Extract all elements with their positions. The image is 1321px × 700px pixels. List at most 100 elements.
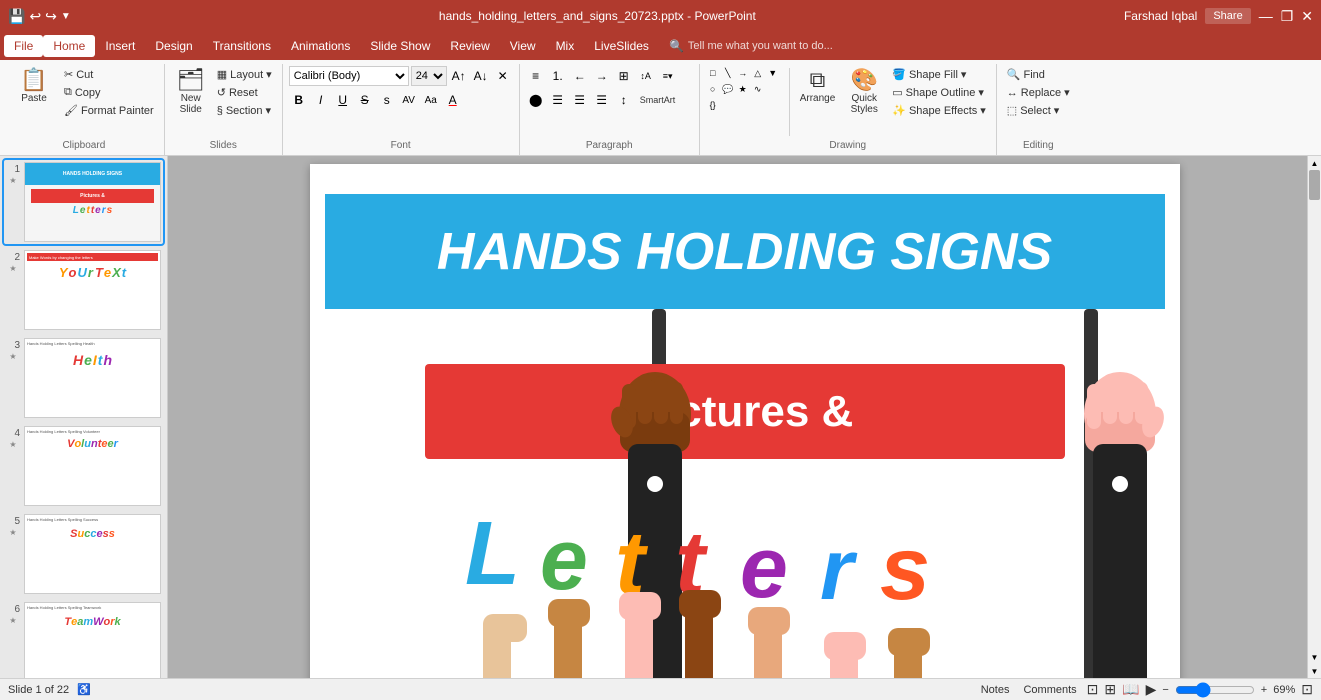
- menu-design[interactable]: Design: [145, 35, 202, 57]
- slide-img-3: Hands Holding Letters Spelling Health H …: [24, 338, 161, 418]
- find-button[interactable]: 🔍 Find: [1003, 66, 1074, 83]
- canvas-scrollbar[interactable]: ▲ ▼ ▼: [1307, 156, 1321, 678]
- numbering-button[interactable]: 1.: [548, 66, 568, 86]
- shape-arrow[interactable]: →: [736, 66, 750, 80]
- shape-curve[interactable]: ∿: [751, 82, 765, 96]
- shape-oval[interactable]: ○: [706, 82, 720, 96]
- status-left: Slide 1 of 22 ♿: [8, 683, 91, 696]
- slide-thumb-5[interactable]: 5 ★ Hands Holding Letters Spelling Succe…: [4, 512, 163, 596]
- shape-eq[interactable]: {}: [706, 98, 720, 112]
- reset-label: Reset: [229, 87, 258, 99]
- notes-button[interactable]: Notes: [977, 684, 1014, 696]
- scroll-thumb[interactable]: [1309, 170, 1320, 200]
- zoom-out-button[interactable]: −: [1162, 684, 1168, 696]
- menu-file[interactable]: File: [4, 35, 43, 57]
- strikethrough-button[interactable]: S: [355, 90, 375, 110]
- shape-outline-button[interactable]: ▭ Shape Outline ▾: [888, 84, 990, 101]
- save-icon[interactable]: 💾: [8, 8, 25, 25]
- slide-thumb-2[interactable]: 2 ★ Make Words by changing the letters Y…: [4, 248, 163, 332]
- menu-home[interactable]: Home: [43, 35, 95, 57]
- shape-callout[interactable]: 💬: [721, 82, 735, 96]
- increase-indent-button[interactable]: →: [592, 66, 612, 86]
- slide-thumb-6[interactable]: 6 ★ Hands Holding Letters Spelling Teamw…: [4, 600, 163, 678]
- align-text-button[interactable]: ≡▾: [658, 66, 678, 86]
- slide-sorter-button[interactable]: ⊞: [1104, 681, 1116, 698]
- slide-thumb-4[interactable]: 4 ★ Hands Holding Letters Spelling Volun…: [4, 424, 163, 508]
- slide-thumb-3[interactable]: 3 ★ Hands Holding Letters Spelling Healt…: [4, 336, 163, 420]
- zoom-in-button[interactable]: +: [1261, 684, 1267, 696]
- increase-font-button[interactable]: A↑: [449, 66, 469, 86]
- shape-fill-icon: 🪣: [892, 68, 906, 81]
- menu-view[interactable]: View: [500, 35, 546, 57]
- scroll-down-arrow[interactable]: ▼: [1308, 650, 1321, 664]
- new-slide-button[interactable]: 🗂 NewSlide: [171, 66, 211, 118]
- bullets-button[interactable]: ≡: [526, 66, 546, 86]
- scroll-bottom[interactable]: ▼: [1308, 664, 1321, 678]
- font-size-select[interactable]: 24: [411, 66, 447, 86]
- shape-rect[interactable]: □: [706, 66, 720, 80]
- change-case-button[interactable]: Aa: [421, 90, 441, 110]
- shape-effects-button[interactable]: ✨ Shape Effects ▾: [888, 102, 990, 119]
- char-spacing-button[interactable]: AV: [399, 90, 419, 110]
- scroll-up-arrow[interactable]: ▲: [1308, 156, 1321, 170]
- columns-button[interactable]: ⊞: [614, 66, 634, 86]
- share-button[interactable]: Share: [1205, 8, 1250, 24]
- cut-button[interactable]: ✂ Cut: [60, 66, 158, 83]
- close-button[interactable]: ✕: [1301, 8, 1313, 25]
- customize-icon[interactable]: ▼: [61, 11, 71, 22]
- menu-review[interactable]: Review: [440, 35, 499, 57]
- justify-button[interactable]: ☰: [592, 90, 612, 110]
- reading-view-button[interactable]: 📖: [1122, 681, 1139, 698]
- underline-button[interactable]: U: [333, 90, 353, 110]
- shape-fill-button[interactable]: 🪣 Shape Fill ▾: [888, 66, 990, 83]
- accessibility-icon[interactable]: ♿: [77, 683, 91, 696]
- menu-slideshow[interactable]: Slide Show: [360, 35, 440, 57]
- smartart-button[interactable]: SmartArt: [636, 93, 680, 107]
- slide-panel[interactable]: 1 ★ HANDS HOLDING SIGNS Pictures & L e t…: [0, 156, 168, 678]
- comments-button[interactable]: Comments: [1019, 684, 1080, 696]
- undo-icon[interactable]: ↩: [29, 8, 41, 25]
- arrange-button[interactable]: ⧉ Arrange: [795, 66, 841, 107]
- section-button[interactable]: § Section ▾: [213, 102, 276, 119]
- font-name-select[interactable]: Calibri (Body): [289, 66, 409, 86]
- copy-button[interactable]: ⧉ Copy: [60, 84, 158, 101]
- menu-transitions[interactable]: Transitions: [203, 35, 281, 57]
- reset-button[interactable]: ↺ Reset: [213, 84, 276, 101]
- status-bar: Slide 1 of 22 ♿ Notes Comments ⊡ ⊞ 📖 ▶ −…: [0, 678, 1321, 700]
- shape-more[interactable]: ▼: [766, 66, 780, 80]
- text-direction-button[interactable]: ↕A: [636, 66, 656, 86]
- decrease-indent-button[interactable]: ←: [570, 66, 590, 86]
- align-left-button[interactable]: ⬤: [526, 90, 546, 110]
- search-label[interactable]: Tell me what you want to do...: [688, 40, 833, 52]
- fit-slide-button[interactable]: ⊡: [1301, 681, 1313, 698]
- shape-star[interactable]: ★: [736, 82, 750, 96]
- select-button[interactable]: ⬚ Select ▾: [1003, 102, 1074, 119]
- bold-button[interactable]: B: [289, 90, 309, 110]
- minimize-button[interactable]: —: [1259, 8, 1273, 24]
- menu-liveslides[interactable]: LiveSlides: [584, 35, 659, 57]
- slideshow-button[interactable]: ▶: [1146, 681, 1157, 698]
- shape-tri[interactable]: △: [751, 66, 765, 80]
- quick-styles-button[interactable]: 🎨 QuickStyles: [842, 66, 886, 118]
- menu-mix[interactable]: Mix: [546, 35, 585, 57]
- redo-icon[interactable]: ↪: [45, 8, 57, 25]
- maximize-button[interactable]: ❐: [1281, 8, 1294, 25]
- menu-animations[interactable]: Animations: [281, 35, 360, 57]
- menu-insert[interactable]: Insert: [95, 35, 145, 57]
- slide-thumb-1[interactable]: 1 ★ HANDS HOLDING SIGNS Pictures & L e t…: [4, 160, 163, 244]
- italic-button[interactable]: I: [311, 90, 331, 110]
- normal-view-button[interactable]: ⊡: [1087, 681, 1099, 698]
- clear-formatting-button[interactable]: ✕: [493, 66, 513, 86]
- align-center-button[interactable]: ☰: [548, 90, 568, 110]
- replace-button[interactable]: ↔ Replace ▾: [1003, 84, 1074, 101]
- zoom-slider[interactable]: [1175, 683, 1255, 697]
- line-spacing-button[interactable]: ↕: [614, 90, 634, 110]
- font-color-button[interactable]: A: [443, 90, 463, 110]
- layout-button[interactable]: ▦ Layout ▾: [213, 66, 276, 83]
- align-right-button[interactable]: ☰: [570, 90, 590, 110]
- decrease-font-button[interactable]: A↓: [471, 66, 491, 86]
- format-painter-button[interactable]: 🖌 Format Painter: [60, 102, 158, 119]
- paste-button[interactable]: 📋 Paste: [10, 66, 58, 107]
- shape-line[interactable]: ╲: [721, 66, 735, 80]
- shadow-button[interactable]: s: [377, 90, 397, 110]
